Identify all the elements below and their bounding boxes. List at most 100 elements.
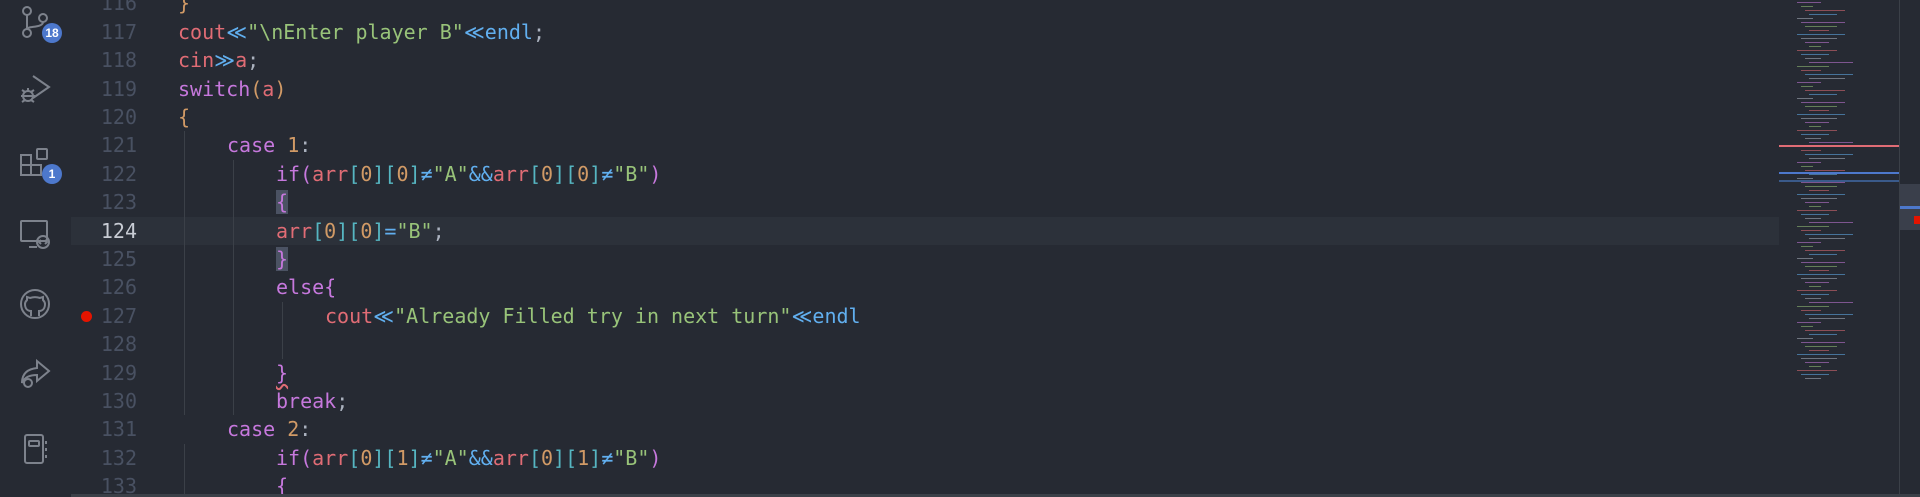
code-line[interactable]: 119 switch(a) [71,75,1779,103]
github-icon [20,289,50,319]
minimap-line [1805,58,1821,59]
code-token: [ [312,218,325,243]
code-line[interactable]: 122 if(arr[0][0]≠"A"&&arr[0][0]≠"B") [71,160,1779,188]
minimap-line [1797,370,1837,371]
code-token: 1 [577,445,590,470]
code-token: ≫ [214,48,236,73]
code-token: cout [178,19,227,44]
minimap-line [1809,46,1821,47]
minimap-line [1809,158,1845,159]
line-number: 117 [100,19,137,44]
minimap-line [1809,174,1837,175]
line-number: 123 [100,190,137,215]
minimap-marker [1779,172,1899,174]
minimap-marker [1779,180,1899,182]
code-token: arr [492,161,529,186]
code-token: 0 [360,445,373,470]
minimap-line [1805,90,1845,91]
code-token: else [276,275,325,300]
notebook-icon [24,434,47,464]
source-control-button[interactable]: 18 [14,1,62,43]
minimap-line [1805,186,1837,187]
code-token: ] [372,445,385,470]
code-token: 0 [360,161,373,186]
minimap-line [1809,110,1829,111]
code-line[interactable]: 118 cin≫a; [71,46,1779,74]
minimap-line [1805,266,1837,267]
minimap-line [1805,282,1829,283]
code-token: ≪ [373,303,395,328]
code-token: "A" [432,161,469,186]
indent-guide [184,443,185,494]
code-token: [ [565,445,578,470]
code-line[interactable]: 123 { [71,188,1779,216]
minimap[interactable] [1779,0,1899,494]
minimap-line [1797,114,1845,115]
code-token: "B" [396,218,433,243]
code-token: } [178,0,191,16]
code-text: { [276,188,289,216]
live-share-icon [21,358,51,388]
code-token: } [276,360,289,385]
code-text: case 1: [227,131,311,159]
code-token: cout [325,303,374,328]
code-token: 0 [360,218,373,243]
code-line[interactable]: 116} [71,0,1779,17]
minimap-line [1809,14,1837,15]
minimap-line [1797,354,1845,355]
minimap-line [1809,30,1829,31]
minimap-line [1801,150,1821,151]
code-text: cout≪"Already Filled try in next turn"≪e… [325,302,861,330]
minimap-line [1801,6,1813,7]
code-token: ≠ [420,161,433,186]
code-token: switch [178,76,251,101]
github-button[interactable] [14,283,56,325]
minimap-line [1805,314,1853,315]
code-line[interactable]: 130 break; [71,387,1779,415]
line-number: 133 [100,474,137,494]
minimap-line [1805,10,1845,11]
code-text: if(arr[0][0]≠"A"&&arr[0][0]≠"B") [276,160,661,188]
code-line[interactable]: 128 [71,330,1779,358]
code-line[interactable]: 127 cout≪"Already Filled try in next turn… [71,302,1779,330]
code-line[interactable]: 120 { [71,103,1779,131]
minimap-line [1805,330,1845,331]
notebook-button[interactable] [14,428,56,470]
code-text: case 2: [227,415,311,443]
minimap-line [1805,42,1829,43]
code-text: if(arr[0][1]≠"A"&&arr[0][1]≠"B") [276,444,661,472]
minimap-line [1801,182,1845,183]
minimap-line [1809,286,1821,287]
code-line[interactable]: 125} [71,245,1779,273]
code-line[interactable]: 133 { [71,472,1779,494]
code-token: ] [589,161,602,186]
minimap-line [1805,106,1837,107]
code-token: ≠ [601,445,614,470]
minimap-line [1797,274,1845,275]
code-token: : [299,417,312,442]
code-token: ] [589,445,602,470]
code-token: ] [372,161,385,186]
breakpoint-icon[interactable] [81,310,92,322]
code-editor[interactable]: 116} 117 cout≪"\nEnter player B"≪endl; 118 c… [71,0,1779,494]
run-debug-button[interactable] [14,68,56,110]
live-share-button[interactable] [14,352,56,394]
code-text: { [276,472,288,494]
code-line[interactable]: 124 arr[0][0]="B"; [71,216,1779,245]
code-line[interactable]: 129} [71,359,1779,387]
minimap-line [1797,210,1837,211]
minimap-line [1809,142,1853,143]
remote-explorer-button[interactable] [14,212,56,254]
minimap-line [1805,250,1845,251]
minimap-line [1797,194,1845,195]
code-line[interactable]: 131 case 2: [71,415,1779,443]
vertical-scrollbar[interactable] [1899,0,1920,494]
extensions-button[interactable]: 1 [14,142,62,184]
code-token: case [227,417,288,442]
minimap-line [1801,214,1829,215]
code-line[interactable]: 126 else{ [71,273,1779,301]
code-line[interactable]: 132 if(arr[0][1]≠"A"&&arr[0][1]≠"B") [71,444,1779,472]
code-line[interactable]: 117 cout≪"\nEnter player B"≪endl; [71,18,1779,46]
minimap-line [1797,338,1813,339]
code-line[interactable]: 121 case 1: [71,131,1779,159]
